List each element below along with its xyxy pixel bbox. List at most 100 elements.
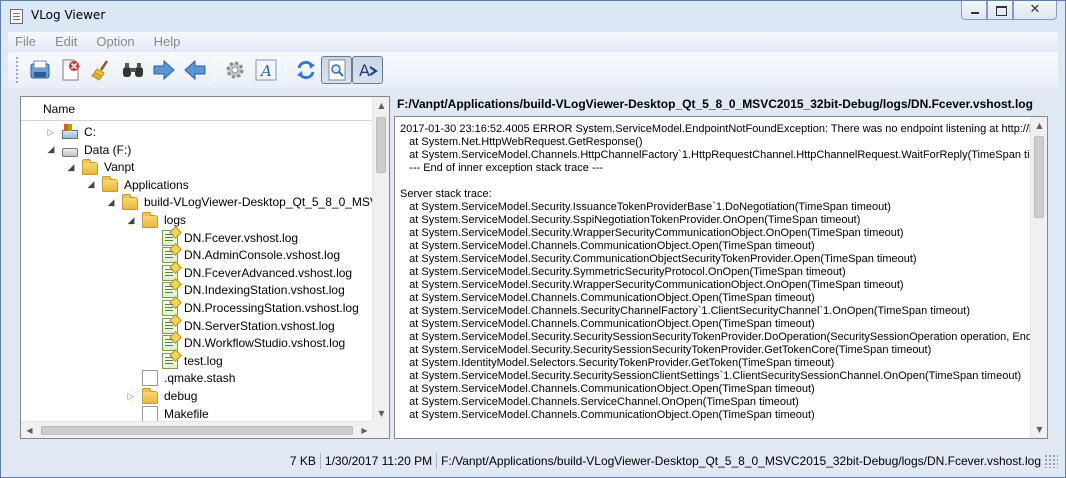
log-line: --- End of inner exception stack trace -… [400, 162, 603, 174]
log-line: at System.ServiceModel.Security.Communic… [400, 253, 917, 265]
resize-grip-icon[interactable] [1044, 454, 1058, 468]
next-arrow-icon [153, 59, 175, 81]
tree-item-label: DN.ProcessingStation.vshost.log [184, 301, 359, 315]
file-tree[interactable]: Name ▷ C: ◢ Data (F:) ◢ Vanpt ◢ Applications ◢ bu… [20, 96, 390, 439]
tree-vertical-scrollbar[interactable]: ▲ ▼ [372, 97, 389, 422]
tree-item[interactable]: DN.ProcessingStation.vshost.log [145, 299, 359, 317]
menu-edit[interactable]: Edit [55, 34, 77, 49]
settings-button[interactable] [219, 56, 250, 84]
tree-item-label: DN.ServerStation.vshost.log [184, 318, 335, 333]
scroll-right-arrow-icon[interactable]: ▶ [356, 422, 373, 438]
tree-item[interactable]: ◢ build-VLogViewer-Desktop_Qt_5_8_0_MSVC2… [105, 193, 373, 211]
log-line: at System.ServiceModel.Security.WrapperS… [400, 279, 904, 291]
log-line: Server stack trace: [400, 188, 492, 200]
log-viewer[interactable]: 2017-01-30 23:16:52.4005 ERROR System.Se… [394, 116, 1048, 439]
menu-help[interactable]: Help [154, 34, 181, 49]
log-line: 2017-01-30 23:16:52.4005 ERROR System.Se… [400, 123, 1032, 135]
expanded-arrow-icon[interactable]: ◢ [65, 161, 77, 173]
tree-item-label: .qmake.stash [164, 371, 236, 386]
menu-option[interactable]: Option [96, 34, 134, 49]
save-icon [30, 60, 49, 79]
log-line: at System.ServiceModel.Channels.Communic… [400, 240, 815, 252]
drive-icon [62, 147, 78, 157]
status-separator [436, 453, 438, 469]
scroll-down-arrow-icon[interactable]: ▼ [373, 405, 389, 422]
expanded-arrow-icon[interactable]: ◢ [45, 144, 57, 156]
font-button[interactable]: A [250, 56, 281, 84]
collapsed-arrow-icon[interactable]: ▷ [125, 390, 137, 402]
tree-item[interactable]: Makefile [125, 405, 209, 422]
tree-item[interactable]: .qmake.stash [125, 369, 235, 387]
close-file-button[interactable] [55, 56, 86, 84]
log-line: at System.ServiceModel.Security.Security… [400, 331, 1032, 343]
tree-item[interactable]: ▷ C: [45, 123, 96, 141]
tree-rows: ▷ C: ◢ Data (F:) ◢ Vanpt ◢ Applications ◢ build-V… [21, 122, 373, 422]
tree-hscroll-thumb[interactable] [41, 426, 353, 435]
minimize-button[interactable] [961, 1, 987, 20]
title-bar[interactable]: VLog Viewer ✕ [1, 1, 1065, 32]
maximize-button[interactable] [987, 1, 1013, 20]
tree-horizontal-scrollbar[interactable]: ◀ ▶ [21, 421, 373, 438]
file-icon [142, 405, 158, 422]
tree-item-label: DN.Fcever.vshost.log [184, 230, 299, 245]
tree-scroll-thumb[interactable] [376, 117, 386, 173]
tree-item[interactable]: ◢ Data (F:) [45, 141, 131, 159]
log-scroll-thumb[interactable] [1034, 136, 1044, 218]
expanded-arrow-icon[interactable]: ◢ [125, 214, 137, 226]
save-button[interactable] [24, 56, 55, 84]
find-binoculars-icon [122, 63, 143, 77]
auto-font-button[interactable]: A [352, 56, 383, 84]
svg-text:A: A [259, 62, 272, 80]
zoom-page-button[interactable] [321, 56, 352, 84]
tree-item-label: debug [164, 389, 198, 403]
tree-item-label: Applications [124, 177, 189, 192]
close-button[interactable]: ✕ [1013, 1, 1057, 20]
clear-button[interactable] [86, 56, 117, 84]
find-button[interactable] [117, 56, 148, 84]
refresh-icon [296, 60, 315, 80]
refresh-button[interactable] [290, 56, 321, 84]
zoom-page-icon [328, 59, 345, 81]
tree-item[interactable]: DN.Fcever.vshost.log [145, 229, 298, 247]
scroll-left-arrow-icon[interactable]: ◀ [21, 422, 38, 438]
tree-item[interactable]: ◢ logs [125, 211, 186, 229]
toolbar-grip[interactable] [16, 57, 20, 83]
menu-bar: File Edit Option Help [8, 32, 1058, 51]
log-line: at System.ServiceModel.Channels.Communic… [400, 383, 815, 395]
log-line: at System.ServiceModel.Channels.ServiceC… [400, 396, 799, 408]
main-window: VLog Viewer ✕ File Edit Option Help A A … [0, 0, 1066, 478]
next-button[interactable] [148, 56, 179, 84]
scroll-up-arrow-icon[interactable]: ▲ [373, 97, 389, 114]
tree-item[interactable]: ▷ debug [125, 387, 197, 405]
status-file-path: F:/Vanpt/Applications/build-VLogViewer-D… [441, 454, 1041, 468]
tree-header-name: Name [43, 102, 76, 116]
menu-file[interactable]: File [15, 34, 36, 49]
scroll-down-arrow-icon[interactable]: ▼ [1031, 421, 1047, 438]
expanded-arrow-icon[interactable]: ◢ [105, 196, 117, 208]
tree-item[interactable]: test.log [145, 352, 223, 370]
collapsed-arrow-icon[interactable]: ▷ [45, 126, 57, 138]
log-line: at System.ServiceModel.Channels.Communic… [400, 409, 815, 421]
tree-item-label: Data (F:) [84, 142, 132, 157]
system-drive-icon [62, 124, 78, 139]
log-file-icon [162, 352, 178, 369]
scroll-up-arrow-icon[interactable]: ▲ [1031, 117, 1047, 134]
auto-font-icon: A [359, 61, 378, 80]
tree-item-label: build-VLogViewer-Desktop_Qt_5_8_0_MSVC20… [144, 195, 373, 210]
close-file-icon [62, 59, 79, 81]
tree-header[interactable]: Name [21, 97, 373, 121]
tree-item-label: test.log [184, 353, 223, 368]
log-content[interactable]: 2017-01-30 23:16:52.4005 ERROR System.Se… [400, 123, 1032, 422]
tree-item[interactable]: ◢ Applications [85, 176, 189, 194]
log-vertical-scrollbar[interactable]: ▲ ▼ [1030, 117, 1047, 438]
tree-item[interactable]: ◢ Vanpt [65, 158, 134, 176]
expanded-arrow-icon[interactable]: ◢ [85, 179, 97, 191]
log-line: at System.ServiceModel.Channels.Communic… [400, 292, 815, 304]
previous-button[interactable] [179, 56, 210, 84]
scroll-corner [372, 421, 389, 438]
